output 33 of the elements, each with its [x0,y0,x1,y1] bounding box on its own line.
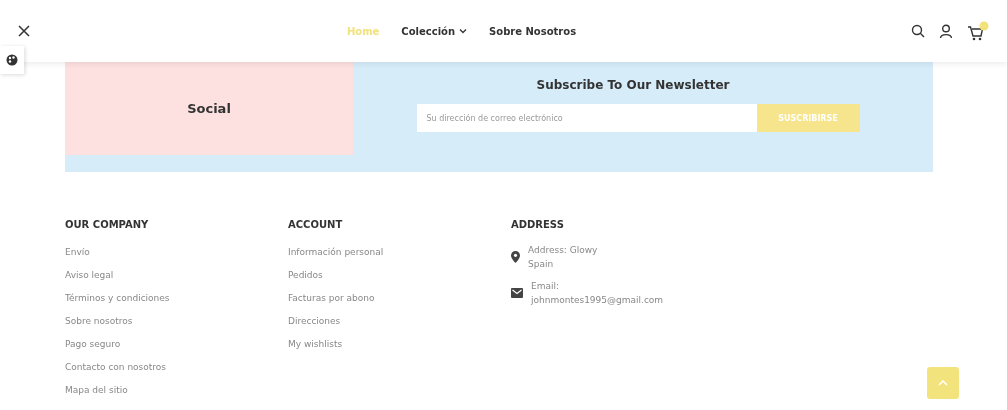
address-text: Email: [531,280,560,293]
footer-link[interactable]: Facturas por abono [288,287,511,310]
footer-link[interactable]: Direcciones [288,310,511,333]
nav-link[interactable]: Sobre Nosotros [489,25,577,37]
email-field[interactable]: Su dirección de correo electrónico [416,104,757,132]
footer-link[interactable]: My wishlists [288,333,511,356]
newsletter-title: Subscribe To Our Newsletter [536,78,730,92]
social-title: Social [187,101,231,116]
footer-link[interactable]: Mapa del sitio [65,379,288,402]
footer-link[interactable]: Contacto con nosotros [65,356,288,379]
address-text: johnmontes1995@gmail.com [531,294,664,307]
address-text: Spain [528,258,555,271]
footer-link[interactable]: Términos y condiciones [65,287,288,310]
location-pin-icon [511,251,520,263]
nav-link[interactable]: Colección [401,25,468,37]
footer-link[interactable]: Aviso legal [65,264,288,287]
search-icon[interactable] [911,24,925,38]
side-tab[interactable] [0,46,24,74]
footer-link[interactable]: Pedidos [288,264,511,287]
column-heading: OUR COMPANY [65,219,150,230]
chevron-up-icon [938,380,948,386]
column-heading: ADDRESS [511,219,565,230]
footer-link[interactable]: Envío [65,241,288,264]
cart-icon[interactable] [967,21,989,41]
footer-link[interactable]: Pago seguro [65,333,288,356]
envelope-icon [511,288,523,298]
close-icon[interactable] [18,25,32,37]
column-heading: ACCOUNT [288,219,344,230]
user-icon[interactable] [939,24,953,38]
footer-link[interactable]: Información personal [288,241,511,264]
address-text: Address: Glowy [528,244,598,257]
footer-link[interactable]: Sobre nosotros [65,310,288,333]
palette-icon [6,54,18,66]
